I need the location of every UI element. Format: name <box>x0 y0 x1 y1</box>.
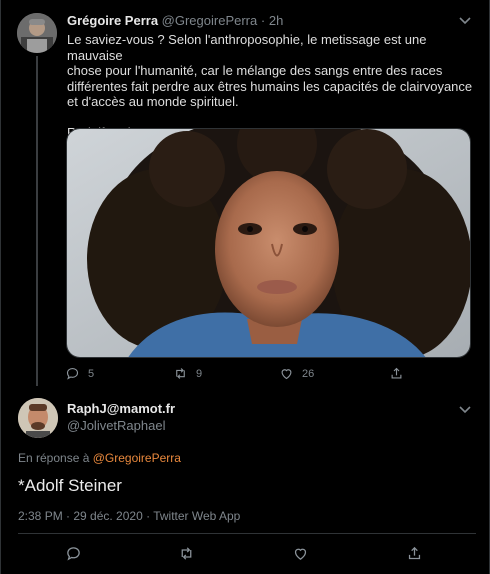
thread-line <box>36 56 38 386</box>
separator: · <box>260 13 266 28</box>
reply-count: 5 <box>88 367 95 380</box>
divider <box>18 533 476 534</box>
author-handle[interactable]: @JolivetRaphael <box>67 418 165 433</box>
timestamp[interactable]: 2h <box>269 13 283 28</box>
retweet-icon <box>181 547 192 560</box>
retweet-button[interactable] <box>178 545 195 562</box>
retweet-icon <box>176 368 185 379</box>
avatar[interactable] <box>18 398 58 438</box>
timeline: Grégoire Perra @GregoirePerra · 2h Le sa… <box>0 0 490 574</box>
reply-to-link[interactable]: @GregoirePerra <box>93 451 181 465</box>
share-button[interactable] <box>389 366 404 381</box>
retweet-count: 9 <box>196 367 203 380</box>
tweet-body: Le saviez-vous ? Selon l'anthroposophie,… <box>67 32 477 140</box>
tweet-actions: 5 9 26 <box>65 366 475 384</box>
author-name[interactable]: Grégoire Perra <box>67 13 158 28</box>
retweet-button[interactable]: 9 <box>173 366 202 381</box>
author-handle[interactable]: @GregoirePerra <box>162 13 258 28</box>
heart-icon <box>294 548 307 560</box>
like-button[interactable]: 26 <box>279 366 314 381</box>
chevron-down-icon[interactable] <box>454 9 476 31</box>
share-button[interactable] <box>406 545 423 562</box>
author-name-row: RaphJ@mamot.fr <box>67 401 175 416</box>
like-button[interactable] <box>292 545 309 562</box>
tweet-actions <box>65 545 435 565</box>
heart-icon <box>281 369 292 380</box>
reply-context: En réponse à @GregoirePerra <box>18 451 181 465</box>
reply-prefix: En réponse à <box>18 451 90 465</box>
author-name[interactable]: RaphJ@mamot.fr <box>67 401 175 416</box>
reply-icon <box>67 547 80 561</box>
share-icon <box>408 546 421 560</box>
share-icon <box>391 367 402 379</box>
reply-button[interactable]: 5 <box>65 366 94 381</box>
reply-icon <box>66 367 79 380</box>
avatar[interactable] <box>17 13 57 53</box>
author-handle-row: @JolivetRaphael <box>67 418 165 433</box>
tweet-meta[interactable]: 2:38 PM · 29 déc. 2020 · Twitter Web App <box>18 509 240 523</box>
tweet-text: *Adolf Steiner <box>18 476 122 495</box>
tweet-photo[interactable] <box>66 128 471 358</box>
reply-button[interactable] <box>65 545 82 562</box>
like-count: 26 <box>302 367 315 380</box>
tweet-header: Grégoire Perra @GregoirePerra · 2h <box>67 13 283 28</box>
chevron-down-icon[interactable] <box>454 398 476 420</box>
tweet-text: Le saviez-vous ? Selon l'anthroposophie,… <box>67 32 473 109</box>
